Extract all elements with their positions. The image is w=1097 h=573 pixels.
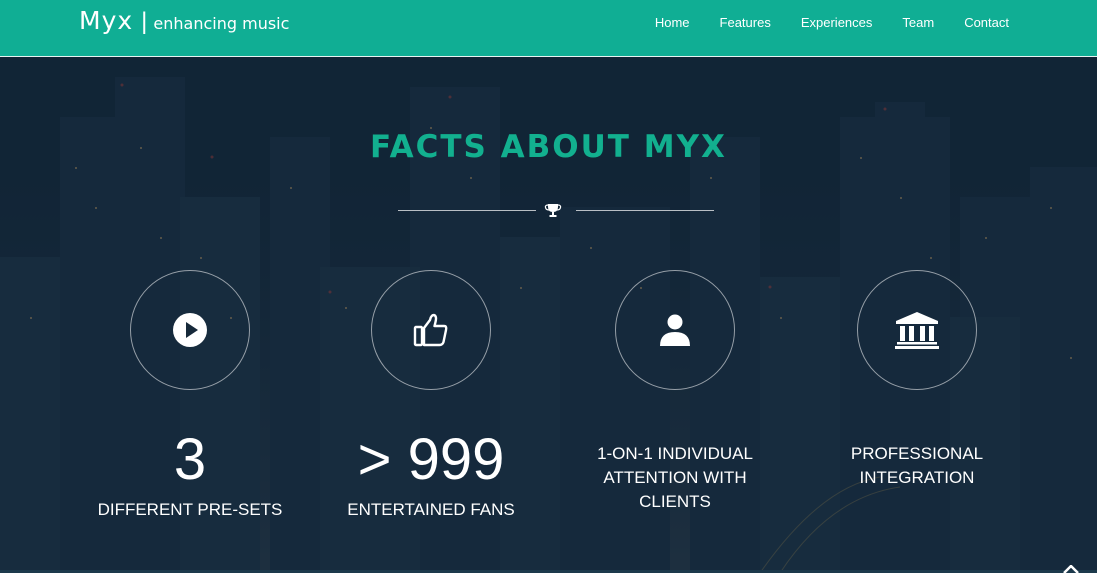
section-title: FACTS ABOUT MYX — [370, 129, 727, 165]
fact-icon-circle — [130, 270, 250, 390]
main-nav: Home Features Experiences Team Contact — [625, 15, 1009, 30]
nav-item-features[interactable]: Features — [720, 15, 771, 30]
play-icon — [173, 313, 207, 347]
fact-icon-circle — [371, 270, 491, 390]
facts-section: FACTS ABOUT MYX 3 DIFFERENT PRE-SETS > 9… — [0, 57, 1097, 573]
brand-name: Myx — [79, 6, 134, 35]
thumbs-up-icon — [413, 313, 448, 347]
fact-icon-circle — [615, 270, 735, 390]
fact-item-attention: 1-ON-1 INDIVIDUAL ATTENTION WITH CLIENTS — [555, 270, 795, 514]
user-icon — [660, 314, 690, 346]
chevron-up-icon[interactable] — [1063, 565, 1079, 573]
fact-item-integration: PROFESSIONAL INTEGRATION — [797, 270, 1037, 490]
trophy-icon — [544, 204, 562, 217]
nav-item-contact[interactable]: Contact — [964, 15, 1009, 30]
nav-item-team[interactable]: Team — [902, 15, 934, 30]
divider-line-left — [398, 210, 536, 211]
title-divider — [398, 203, 714, 217]
nav-item-experiences[interactable]: Experiences — [801, 15, 873, 30]
fact-label: ENTERTAINED FANS — [347, 500, 515, 519]
nav-item-home[interactable]: Home — [655, 15, 690, 30]
fact-item-presets: 3 DIFFERENT PRE-SETS — [70, 270, 310, 522]
fact-label: DIFFERENT PRE-SETS — [97, 500, 283, 519]
navbar: Myx | enhancing music Home Features Expe… — [0, 0, 1097, 57]
divider-line-right — [576, 210, 714, 211]
brand-logo[interactable]: Myx | enhancing music — [79, 6, 289, 36]
brand-separator: | — [141, 8, 148, 35]
fact-icon-circle — [857, 270, 977, 390]
fact-number: 3 — [173, 427, 207, 492]
fact-number: > 999 — [357, 427, 505, 492]
fact-label: PROFESSIONAL INTEGRATION — [850, 444, 984, 487]
fact-label: 1-ON-1 INDIVIDUAL ATTENTION WITH CLIENTS — [597, 444, 753, 511]
fact-item-fans: > 999 ENTERTAINED FANS — [311, 270, 551, 522]
institution-icon — [895, 312, 939, 349]
brand-tagline: enhancing music — [153, 14, 290, 33]
